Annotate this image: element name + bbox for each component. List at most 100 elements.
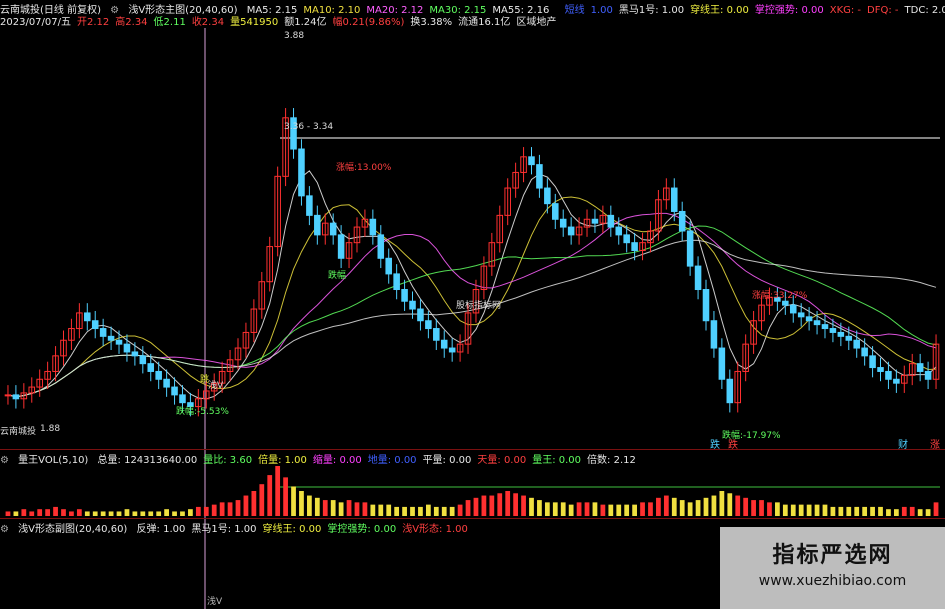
volume-bar — [354, 502, 360, 516]
range-label: 3.36 - 3.34 — [284, 122, 334, 132]
volume-bar — [584, 502, 590, 516]
volume-bar — [386, 504, 392, 516]
volume-bar — [299, 491, 304, 516]
volume-bar — [901, 506, 907, 516]
volume-bar — [489, 495, 495, 516]
volume-bar — [5, 511, 11, 516]
corner-mark-1: 财 — [898, 440, 908, 451]
volume-bar — [925, 509, 931, 516]
volume-bar — [560, 502, 566, 516]
candle-body — [4, 394, 12, 397]
volume-bar — [529, 497, 534, 516]
volume-bar — [751, 500, 756, 516]
volume-bar — [370, 504, 376, 516]
candle-body — [853, 339, 860, 349]
volume-bar — [608, 504, 614, 516]
volume-bar — [76, 509, 82, 516]
volume-bar — [592, 502, 598, 516]
volume-bar — [418, 506, 423, 516]
volume-bar — [497, 493, 503, 516]
candle-body — [440, 339, 448, 349]
volume-bar — [267, 475, 273, 516]
volume-bar — [822, 504, 828, 516]
volume-bar — [711, 495, 717, 516]
sub-indicator-name[interactable]: 浅V形态副图(20,40,60) — [18, 524, 127, 535]
volume-bar — [338, 502, 344, 516]
volume-bar — [211, 504, 217, 516]
drop-label-1: 跌幅 — [328, 271, 347, 281]
candle-body — [306, 195, 313, 216]
volume-bar — [457, 504, 463, 516]
volume-bar — [116, 511, 122, 516]
volume-bar — [180, 511, 185, 516]
volume-bar — [886, 509, 891, 516]
volume-bar — [505, 491, 511, 516]
volume-bar — [307, 495, 312, 516]
candle-body — [726, 378, 734, 404]
candle-body — [115, 339, 123, 345]
candle-body — [821, 324, 829, 330]
candle-body — [155, 370, 162, 380]
volume-bar — [188, 509, 193, 516]
candle-body — [607, 214, 615, 228]
volume-bar — [164, 509, 169, 516]
volume-bar — [314, 497, 320, 516]
volume-bar — [100, 511, 106, 516]
volume-value: 倍数: 2.12 — [587, 455, 636, 466]
volume-indicator-name[interactable]: 量王VOL(5,10) — [18, 455, 88, 466]
candle-body — [385, 257, 392, 275]
volume-bar — [330, 500, 336, 516]
volume-value: 量王: 0.00 — [532, 455, 582, 466]
candle-body — [805, 316, 813, 322]
volume-bar — [806, 504, 812, 516]
volume-bar — [687, 502, 693, 516]
volume-bar — [830, 506, 836, 516]
candle-body — [163, 378, 170, 388]
stock-chart-window: 云南城投(日线 前复权) ⚙ 浅V形态主图(20,40,60) MA5: 2.1… — [0, 0, 945, 609]
candle-body — [631, 242, 638, 251]
volume-bar — [893, 509, 899, 516]
candle-body — [861, 347, 868, 357]
volume-bar — [727, 493, 733, 516]
volume-bar — [782, 504, 788, 516]
volume-bar — [243, 495, 249, 516]
sub-value: 穿线王: 0.00 — [262, 524, 322, 535]
volume-bar — [656, 497, 661, 516]
volume-bar — [84, 511, 90, 516]
candle-body — [528, 156, 535, 166]
volume-value: 缩量: 0.00 — [312, 455, 362, 466]
volume-bar — [679, 500, 685, 516]
gear-icon[interactable]: ⚙ — [0, 524, 9, 535]
volume-bar — [544, 502, 550, 516]
ma5-line — [7, 170, 937, 400]
volume-bar — [576, 502, 582, 516]
volume-bar — [814, 504, 820, 516]
watermark-url: www.xuezhibiao.com — [758, 573, 907, 589]
volume-bar — [838, 506, 844, 516]
volume-bar — [61, 509, 66, 516]
volume-value: 倍量: 1.00 — [258, 455, 307, 466]
candle-body — [829, 328, 837, 333]
volume-bar — [632, 504, 637, 516]
volume-bar — [203, 506, 209, 516]
volume-bar — [13, 511, 19, 516]
volume-bar — [45, 509, 51, 516]
volume-value: 地量: 0.00 — [367, 455, 417, 466]
candle-body — [694, 265, 702, 291]
candle-body — [552, 203, 559, 220]
watermark-panel: 指标严选网 www.xuezhibiao.com — [720, 527, 945, 609]
volume-bar — [156, 511, 162, 516]
volume-bar — [394, 506, 400, 516]
divider — [0, 449, 945, 450]
sub-value: 反弹: 1.00 — [136, 524, 186, 535]
volume-bar — [132, 511, 138, 516]
candle-body — [885, 370, 892, 380]
volume-bar — [92, 511, 98, 516]
low-value-label: 1.88 — [40, 424, 61, 434]
candle-body — [591, 218, 599, 224]
candle-body — [869, 355, 876, 369]
gear-icon[interactable]: ⚙ — [0, 455, 9, 466]
volume-bar — [410, 506, 415, 516]
candle-body — [837, 331, 845, 337]
candle-body — [448, 347, 456, 353]
